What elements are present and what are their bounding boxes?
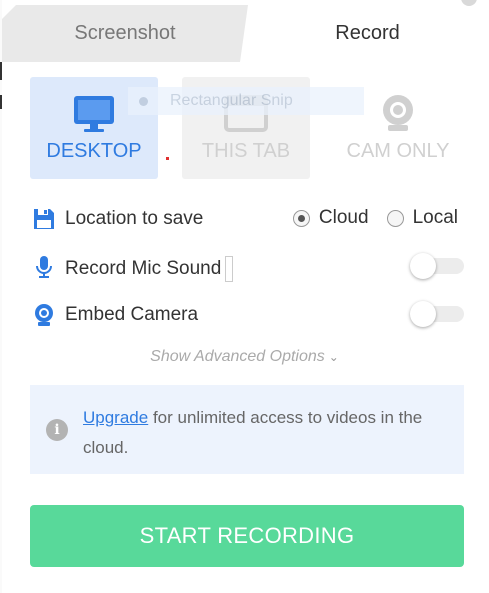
camera-label: Embed Camera: [65, 304, 199, 325]
cursor-marker: [166, 157, 169, 160]
webcam-icon: [383, 95, 413, 131]
info-text: Upgrade for unlimited access to videos i…: [83, 403, 453, 463]
tab-record[interactable]: Record: [248, 22, 487, 45]
snip-dot-icon: [139, 97, 148, 106]
snip-label: Rectangular Snip: [170, 92, 293, 109]
mic-label-text: Record Mic Sound: [65, 258, 222, 280]
radio-cloud-circle[interactable]: [292, 209, 310, 227]
info-icon: i: [46, 419, 68, 441]
rectangular-snip-overlay[interactable]: Rectangular Snip: [128, 87, 364, 115]
location-label: Location to save: [65, 208, 204, 229]
radio-local[interactable]: Local: [386, 207, 458, 229]
camera-toggle[interactable]: [410, 301, 466, 327]
start-recording-button[interactable]: START RECORDING: [30, 505, 464, 567]
camera-row: Embed Camera: [30, 300, 466, 330]
radio-cloud-label: Cloud: [318, 207, 369, 228]
mode-desktop-label: DESKTOP: [46, 140, 142, 162]
location-radio-group: Cloud Local: [292, 207, 458, 229]
mode-cam-only-label: CAM ONLY: [346, 140, 450, 162]
show-advanced-options[interactable]: Show Advanced Options ⌄: [2, 348, 487, 366]
radio-local-label: Local: [412, 207, 458, 228]
location-row: Location to save Cloud Local: [30, 204, 466, 234]
floppy-disk-icon: [34, 209, 54, 229]
radio-local-circle[interactable]: [386, 209, 404, 227]
advanced-label[interactable]: Show Advanced Options: [150, 348, 325, 365]
microphone-icon: [36, 256, 52, 278]
text-cursor-box: [225, 256, 234, 282]
upgrade-link[interactable]: Upgrade: [83, 408, 148, 427]
mic-row: Record Mic Sound: [30, 252, 466, 282]
radio-cloud[interactable]: Cloud: [292, 207, 369, 229]
monitor-icon: [74, 96, 114, 132]
upgrade-info-box: i Upgrade for unlimited access to videos…: [30, 385, 464, 474]
mic-toggle-knob[interactable]: [410, 253, 436, 279]
mic-label: Record Mic Sound: [65, 256, 234, 282]
chevron-down-icon[interactable]: ⌄: [329, 350, 339, 364]
recorder-popup: Screenshot Record DESKTOP THIS TAB CAM O…: [2, 0, 487, 593]
close-dot[interactable]: [461, 0, 477, 6]
webcam-icon: [35, 304, 53, 326]
tab-bar: Screenshot Record: [2, 0, 487, 62]
camera-toggle-knob[interactable]: [410, 301, 436, 327]
mode-this-tab-label: THIS TAB: [201, 140, 291, 162]
tab-screenshot-label[interactable]: Screenshot: [2, 22, 248, 45]
mic-toggle[interactable]: [410, 253, 466, 279]
